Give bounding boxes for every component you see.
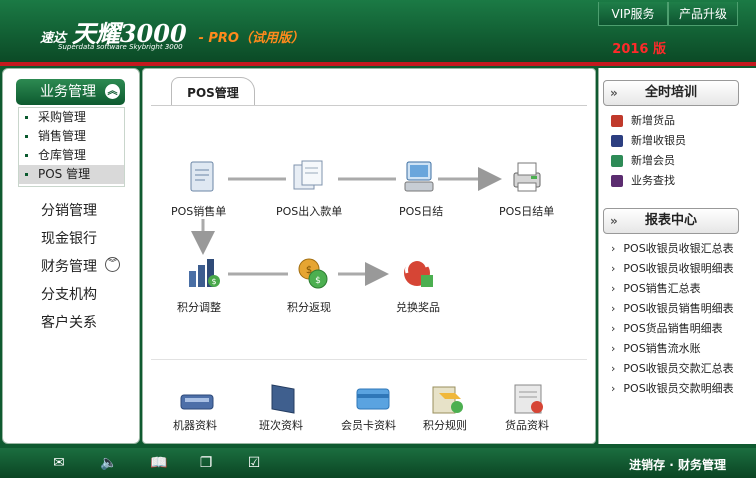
points-adjust-icon[interactable]: $: [185, 255, 221, 291]
pos-daily-close-icon[interactable]: [401, 159, 437, 195]
report-link[interactable]: POS收银员收银汇总表: [611, 240, 733, 256]
pos-sales-order-label[interactable]: POS销售单: [171, 203, 226, 219]
sidebar-item-crm[interactable]: 客户关系: [41, 312, 97, 332]
edition-label: 2016 版: [612, 42, 666, 57]
chevron-up-icon[interactable]: ︽: [105, 84, 120, 99]
book-icon[interactable]: 📖: [150, 454, 168, 472]
report-link[interactable]: POS货品销售明细表: [611, 320, 722, 336]
training-item-business-search[interactable]: 业务查找: [611, 172, 675, 188]
goods-data-label[interactable]: 货品资料: [505, 417, 549, 433]
sidebar-item-sales[interactable]: 销售管理: [19, 127, 124, 146]
sidebar-submenu: 采购管理 销售管理 仓库管理 POS 管理: [18, 107, 125, 187]
goods-data-icon[interactable]: [511, 381, 547, 417]
report-link[interactable]: POS销售汇总表: [611, 280, 700, 296]
vip-service-button[interactable]: VIP服务: [598, 2, 668, 26]
pos-panel: POS管理 POS销售单 POS出入款单 POS日结 POS日结单 $ 积分调整…: [142, 68, 596, 444]
chevron-down-icon[interactable]: ︾: [105, 257, 120, 272]
sidebar-group-business[interactable]: 业务管理 ︽: [16, 79, 125, 105]
pos-daily-close-report-label[interactable]: POS日结单: [499, 203, 554, 219]
svg-text:$: $: [315, 276, 321, 286]
header-divider: [0, 62, 756, 66]
pos-sales-order-icon[interactable]: [185, 159, 221, 195]
pos-cash-in-out-label[interactable]: POS出入款单: [276, 203, 342, 219]
member-card-data-icon[interactable]: [355, 381, 391, 417]
training-item-add-goods[interactable]: 新增货品: [611, 112, 675, 128]
mail-icon[interactable]: ✉: [50, 454, 68, 472]
pos-daily-close-label[interactable]: POS日结: [399, 203, 443, 219]
report-link[interactable]: POS销售流水账: [611, 340, 700, 356]
points-cashback-icon[interactable]: $ $: [295, 255, 331, 291]
sidebar-item-purchase[interactable]: 采购管理: [19, 108, 124, 127]
points-rules-label[interactable]: 积分规则: [423, 417, 467, 433]
add-cashier-icon: [611, 135, 623, 147]
sidebar: 业务管理 ︽ 采购管理 销售管理 仓库管理 POS 管理 分销管理 现金银行 财…: [2, 68, 140, 444]
double-chevron-right-icon: »: [610, 214, 618, 228]
training-item-add-cashier[interactable]: 新增收银员: [611, 132, 686, 148]
app-logo: 速达 天耀3000 - PRO（试用版） Superdata software …: [40, 14, 304, 51]
machine-data-icon[interactable]: [179, 381, 215, 417]
sidebar-item-distribution[interactable]: 分销管理: [41, 200, 97, 220]
shift-data-label[interactable]: 班次资料: [259, 417, 303, 433]
redeem-prize-label[interactable]: 兑换奖品: [396, 299, 440, 315]
shift-data-icon[interactable]: [266, 381, 302, 417]
brand-subtitle: Superdata software Skybright 3000: [58, 43, 183, 51]
pos-daily-close-report-icon[interactable]: [509, 159, 545, 195]
sidebar-item-branches[interactable]: 分支机构: [41, 284, 97, 304]
flow-arrows: [191, 167, 502, 286]
window-icon[interactable]: ❐: [197, 454, 215, 472]
sound-icon[interactable]: 🔈: [100, 454, 118, 472]
training-item-add-member[interactable]: 新增会员: [611, 152, 675, 168]
product-upgrade-button[interactable]: 产品升级: [668, 2, 738, 26]
section-divider: [151, 359, 587, 360]
right-panel: » 全时培训 新增货品 新增收银员 新增会员 业务查找 » 报表中心 POS收银…: [598, 68, 756, 444]
sidebar-item-warehouse[interactable]: 仓库管理: [19, 146, 124, 165]
report-link[interactable]: POS收银员销售明细表: [611, 300, 733, 316]
sidebar-item-pos[interactable]: POS 管理: [19, 165, 124, 184]
machine-data-label[interactable]: 机器资料: [173, 417, 217, 433]
check-icon[interactable]: ☑: [245, 454, 263, 472]
svg-text:$: $: [211, 277, 216, 286]
member-card-data-label[interactable]: 会员卡资料: [341, 417, 396, 433]
report-link[interactable]: POS收银员收银明细表: [611, 260, 733, 276]
training-header[interactable]: » 全时培训: [603, 80, 739, 106]
add-member-icon: [611, 155, 623, 167]
sidebar-item-cash-bank[interactable]: 现金银行: [41, 228, 97, 248]
app-header: 速达 天耀3000 - PRO（试用版） Superdata software …: [0, 0, 756, 62]
footer-caption: 进销存 · 财务管理: [629, 458, 726, 472]
reports-header[interactable]: » 报表中心: [603, 208, 739, 234]
report-link[interactable]: POS收银员交款明细表: [611, 380, 733, 396]
double-chevron-right-icon: »: [610, 86, 618, 100]
points-adjust-label[interactable]: 积分调整: [177, 299, 221, 315]
sidebar-group-label: 业务管理: [40, 84, 96, 100]
sidebar-item-finance[interactable]: 财务管理: [41, 256, 97, 276]
report-link[interactable]: POS收银员交款汇总表: [611, 360, 733, 376]
add-goods-icon: [611, 115, 623, 127]
redeem-prize-icon[interactable]: [401, 255, 437, 291]
business-search-icon: [611, 175, 623, 187]
pos-cash-in-out-icon[interactable]: [290, 159, 326, 195]
points-rules-icon[interactable]: [431, 381, 467, 417]
status-bar: ✉ 🔈 📖 ❐ ☑ 进销存 · 财务管理: [0, 448, 756, 478]
pro-label: - PRO（试用版）: [198, 31, 304, 46]
points-cashback-label[interactable]: 积分返现: [287, 299, 331, 315]
